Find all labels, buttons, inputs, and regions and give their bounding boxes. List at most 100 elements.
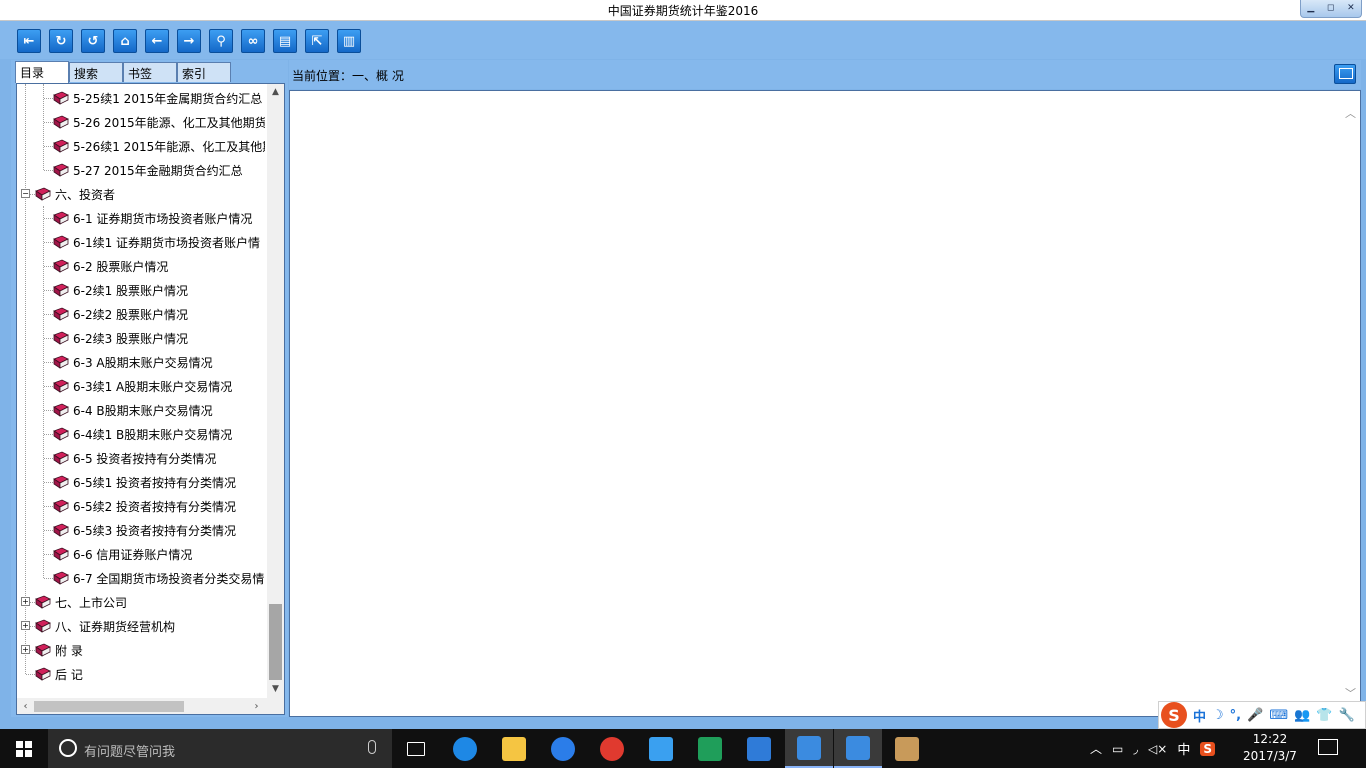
tree-table-item[interactable]: 6-4 B股期末账户交易情况: [53, 398, 213, 422]
undo-button[interactable]: ↺: [81, 29, 105, 53]
window-app-taskbar-button[interactable]: [735, 729, 783, 768]
tray-expand-icon[interactable]: ︿: [1090, 740, 1102, 757]
notification-center-icon[interactable]: [1318, 739, 1338, 755]
netease-music-taskbar-button[interactable]: [588, 729, 636, 768]
close-button[interactable]: ✕: [1347, 4, 1355, 13]
microphone-icon[interactable]: [368, 740, 376, 754]
ime-microphone-icon[interactable]: 🎤: [1247, 708, 1263, 723]
volume-mute-icon[interactable]: ◁×: [1148, 742, 1167, 756]
tree-table-item[interactable]: 6-2续1 股票账户情况: [53, 278, 188, 302]
yearbook-app-2-taskbar-button[interactable]: [834, 729, 882, 768]
tree-table-item[interactable]: 5-26续1 2015年能源、化工及其他期: [53, 134, 265, 158]
file-explorer-taskbar-button[interactable]: [490, 729, 538, 768]
tab-index[interactable]: 索引: [177, 62, 231, 82]
expand-icon[interactable]: +: [21, 597, 30, 606]
paint-taskbar-button[interactable]: [883, 729, 931, 768]
search-button[interactable]: ⚲: [209, 29, 233, 53]
tree-table-item[interactable]: 6-2续3 股票账户情况: [53, 326, 188, 350]
scroll-left-icon[interactable]: ‹: [17, 698, 34, 714]
search-placeholder: 有问题尽管问我: [84, 745, 176, 760]
scroll-down-icon[interactable]: ▼: [267, 681, 284, 698]
tree-chapter-item[interactable]: 六、投资者: [35, 182, 115, 206]
tree-chapter-item[interactable]: 后 记: [35, 662, 83, 686]
tree-table-item[interactable]: 5-26 2015年能源、化工及其他期货: [53, 110, 265, 134]
tree-horizontal-scrollbar[interactable]: ‹ ›: [17, 698, 265, 714]
tree-table-item[interactable]: 5-25续1 2015年金属期货合约汇总: [53, 86, 262, 110]
document-search-button[interactable]: ▥: [337, 29, 361, 53]
hscroll-thumb[interactable]: [34, 701, 184, 712]
ime-skin-icon[interactable]: 👕: [1316, 708, 1332, 723]
edge-taskbar-button[interactable]: [441, 729, 489, 768]
fullscreen-monitor-icon[interactable]: [1334, 64, 1356, 84]
refresh-button[interactable]: ↻: [49, 29, 73, 53]
tree-table-item[interactable]: 6-5续1 投资者按持有分类情况: [53, 470, 236, 494]
tree-table-item[interactable]: 6-1 证券期货市场投资者账户情况: [53, 206, 252, 230]
network-icon[interactable]: ◞: [1133, 742, 1138, 756]
back-button[interactable]: ←: [145, 29, 169, 53]
ime-settings-icon[interactable]: 🔧: [1338, 708, 1354, 723]
ime-moon-icon[interactable]: ☽: [1212, 708, 1224, 723]
maximize-button[interactable]: ◻: [1327, 4, 1334, 13]
tree-table-item[interactable]: 6-3 A股期末账户交易情况: [53, 350, 213, 374]
tree-item-label: 6-5续3 投资者按持有分类情况: [73, 523, 237, 538]
clock[interactable]: 12:22 2017/3/7: [1240, 731, 1300, 765]
sogou-tray-icon[interactable]: S: [1200, 741, 1215, 756]
book-icon: [53, 427, 69, 441]
expand-icon[interactable]: +: [21, 621, 30, 630]
home-button[interactable]: ⌂: [113, 29, 137, 53]
cortana-search[interactable]: 有问题尽管问我: [48, 729, 392, 768]
tree-table-item[interactable]: 6-2续2 股票账户情况: [53, 302, 188, 326]
collapse-icon[interactable]: −: [21, 189, 30, 198]
content-scroll-down-icon[interactable]: ﹀: [1345, 685, 1356, 701]
ime-users-icon[interactable]: 👥: [1294, 708, 1310, 723]
start-button[interactable]: [0, 729, 48, 768]
content-scroll-up-icon[interactable]: ︿: [1345, 105, 1356, 121]
baidu-netdisk-taskbar-button[interactable]: [637, 729, 685, 768]
scroll-right-icon[interactable]: ›: [248, 698, 265, 714]
tab-bookmarks[interactable]: 书签: [123, 62, 177, 82]
forward-button[interactable]: →: [177, 29, 201, 53]
book-icon: [53, 331, 69, 345]
ime-chinese-mode[interactable]: 中: [1193, 706, 1206, 725]
tree-table-item[interactable]: 6-4续1 B股期末账户交易情况: [53, 422, 232, 446]
export-button[interactable]: ⇱: [305, 29, 329, 53]
ime-keyboard-icon[interactable]: ⌨: [1269, 708, 1288, 723]
tree-table-item[interactable]: 6-5 投资者按持有分类情况: [53, 446, 216, 470]
tree-table-item[interactable]: 6-5续3 投资者按持有分类情况: [53, 518, 236, 542]
tree-table-item[interactable]: 5-27 2015年金融期货合约汇总: [53, 158, 243, 182]
exit-button[interactable]: ⇤: [17, 29, 41, 53]
tree-chapter-item[interactable]: 七、上市公司: [35, 590, 127, 614]
task-view-taskbar-button[interactable]: [392, 729, 440, 768]
tree-table-item[interactable]: 6-6 信用证券账户情况: [53, 542, 192, 566]
scroll-thumb[interactable]: [269, 604, 282, 680]
minimize-button[interactable]: ▁: [1307, 4, 1314, 13]
tree-table-item[interactable]: 6-2 股票账户情况: [53, 254, 168, 278]
tree-vertical-scrollbar[interactable]: ▲ ▼: [267, 84, 284, 698]
tab-contents[interactable]: 目录: [15, 61, 69, 83]
sogou-ime-logo[interactable]: S: [1161, 702, 1187, 728]
yearbook-app-2-icon: [846, 735, 870, 760]
tree-table-item[interactable]: 6-3续1 A股期末账户交易情况: [53, 374, 232, 398]
tab-search[interactable]: 搜索: [69, 62, 123, 82]
yearbook-app-taskbar-button[interactable]: [785, 729, 833, 768]
excel-taskbar-button[interactable]: [686, 729, 734, 768]
tree-table-item[interactable]: 6-5续2 投资者按持有分类情况: [53, 494, 236, 518]
document-view[interactable]: ︿ ﹀: [289, 90, 1361, 717]
tree-chapter-item[interactable]: 八、证券期货经营机构: [35, 614, 175, 638]
export-icon: ⇱: [311, 33, 323, 49]
notes-button[interactable]: ▤: [273, 29, 297, 53]
ime-punctuation-icon[interactable]: °,: [1230, 708, 1241, 723]
ime-mode-indicator[interactable]: 中: [1177, 739, 1190, 758]
expand-icon[interactable]: +: [21, 645, 30, 654]
battery-icon[interactable]: ▭: [1112, 742, 1123, 756]
tree-item-label: 5-26续1 2015年能源、化工及其他期: [73, 139, 265, 154]
tree-branch-line: [44, 482, 53, 483]
tree-table-item[interactable]: 6-1续1 证券期货市场投资者账户情: [53, 230, 260, 254]
sogou-browser-taskbar-button[interactable]: [539, 729, 587, 768]
scroll-up-icon[interactable]: ▲: [267, 84, 284, 101]
link-button[interactable]: ∞: [241, 29, 265, 53]
taskbar: 有问题尽管问我 ︿ ▭ ◞ ◁× 中 S 12:22 2017/3/7: [0, 729, 1366, 768]
book-icon: [53, 91, 69, 105]
tree-chapter-item[interactable]: 附 录: [35, 638, 83, 662]
tree-table-item[interactable]: 6-7 全国期货市场投资者分类交易情: [53, 566, 264, 590]
